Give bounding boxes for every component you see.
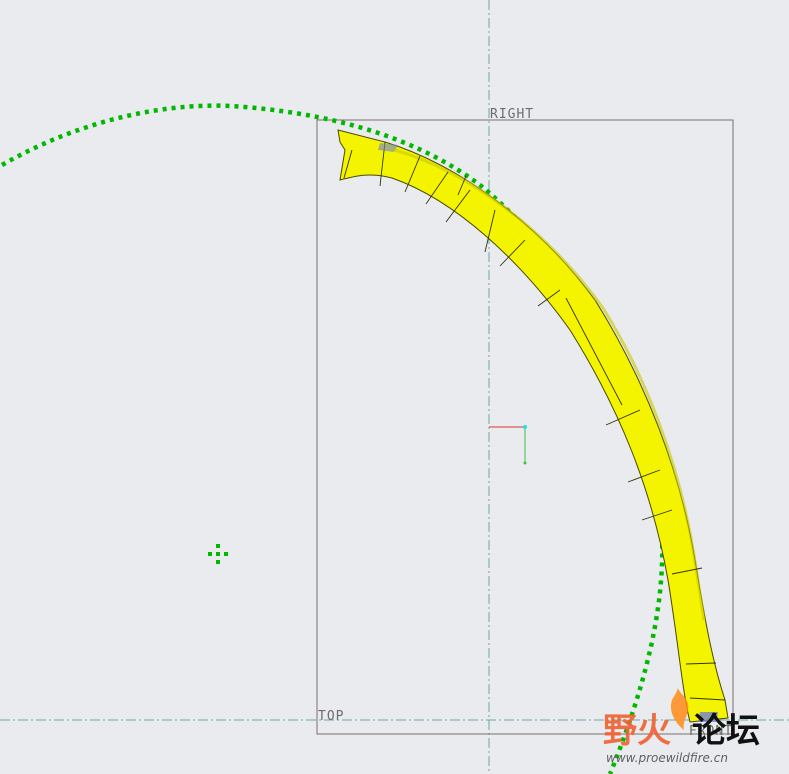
watermark-brand-red: 野火 [603,711,671,751]
part-shading [394,148,706,621]
yellow-part[interactable] [337,129,729,723]
top-plane-label[interactable]: TOP [318,709,344,724]
part-body[interactable] [337,129,729,723]
coordinate-system-icon[interactable] [489,425,527,465]
graphics-viewport[interactable]: RIGHT TOP FRONT 野火 论坛 www.proewildfire.c… [0,0,789,774]
right-plane-label[interactable]: RIGHT [490,107,534,122]
datum-point-icon[interactable] [208,544,228,564]
model-scene[interactable]: RIGHT TOP FRONT 野火 论坛 www.proewildfire.c… [0,0,789,774]
watermark-url: www.proewildfire.cn [606,751,728,765]
part-segment-lines [343,141,726,701]
datum-curve-arc[interactable] [0,103,665,774]
watermark-brand-black: 论坛 [692,711,760,751]
forum-watermark: 野火 论坛 www.proewildfire.cn [603,688,760,765]
